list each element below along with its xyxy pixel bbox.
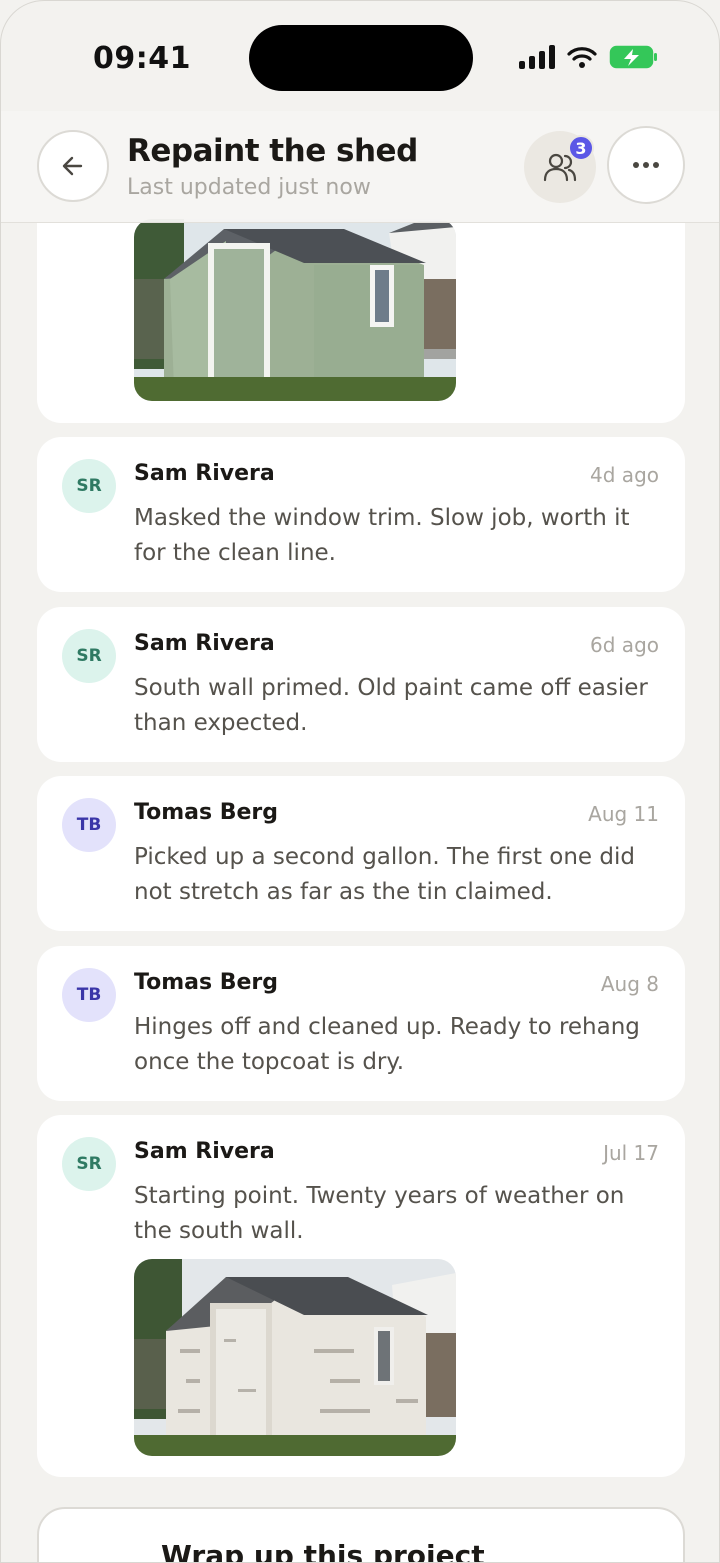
avatar: SR	[62, 629, 116, 683]
update-card: SR Sam Rivera Jul 17 Starting point. Twe…	[37, 1115, 685, 1477]
author-name: Sam Rivera	[134, 461, 275, 486]
dynamic-island	[249, 25, 473, 91]
wrap-up-title: Wrap up this project	[161, 1539, 485, 1563]
wifi-icon	[567, 47, 597, 68]
more-options-button[interactable]	[607, 126, 685, 204]
avatar: TB	[62, 968, 116, 1022]
update-time: 4d ago	[590, 463, 659, 487]
author-name: Sam Rivera	[134, 1139, 275, 1164]
update-time: Aug 11	[588, 802, 659, 826]
update-text: South wall primed. Old paint came off ea…	[134, 675, 648, 736]
update-time: Jul 17	[603, 1141, 659, 1165]
update-text: Picked up a second gallon. The first one…	[134, 844, 635, 905]
page-title: Repaint the shed	[127, 133, 418, 169]
avatar: SR	[62, 459, 116, 513]
more-horizontal-icon	[633, 162, 659, 168]
shed-before-photo[interactable]	[134, 1259, 456, 1456]
phone-screen: SR Sam Rivera 4d ago Masked the window t…	[0, 0, 720, 1563]
update-card: SR Sam Rivera 4d ago Masked the window t…	[37, 437, 685, 592]
last-updated-text: Last updated just now	[127, 175, 371, 200]
cellular-signal-icon	[519, 45, 555, 69]
battery-charging-icon	[609, 45, 657, 69]
update-time: Aug 8	[600, 972, 659, 996]
author-name: Tomas Berg	[134, 800, 279, 825]
update-text: Hinges off and cleaned up. Ready to reha…	[134, 1014, 640, 1075]
status-icons	[519, 45, 659, 69]
update-text: Starting point. Twenty years of weather …	[134, 1183, 625, 1244]
update-card: SR Sam Rivera 6d ago South wall primed. …	[37, 607, 685, 762]
avatar: SR	[62, 1137, 116, 1191]
wrap-up-card[interactable]: Wrap up this project	[37, 1507, 685, 1563]
update-text: Masked the window trim. Slow job, worth …	[134, 505, 630, 566]
members-count-badge: 3	[568, 135, 594, 161]
arrow-left-icon	[62, 156, 83, 176]
author-name: Sam Rivera	[134, 631, 275, 656]
update-card: TB Tomas Berg Aug 11 Picked up a second …	[37, 776, 685, 931]
update-card: TB Tomas Berg Aug 8 Hinges off and clean…	[37, 946, 685, 1101]
project-header: Repaint the shed Last updated just now 3	[1, 111, 719, 223]
status-bar: 09:41	[1, 1, 719, 111]
shed-after-photo[interactable]	[134, 219, 456, 401]
author-name: Tomas Berg	[134, 970, 279, 995]
back-button[interactable]	[37, 130, 109, 202]
status-time: 09:41	[93, 41, 191, 76]
update-time: 6d ago	[590, 633, 659, 657]
avatar: TB	[62, 798, 116, 852]
